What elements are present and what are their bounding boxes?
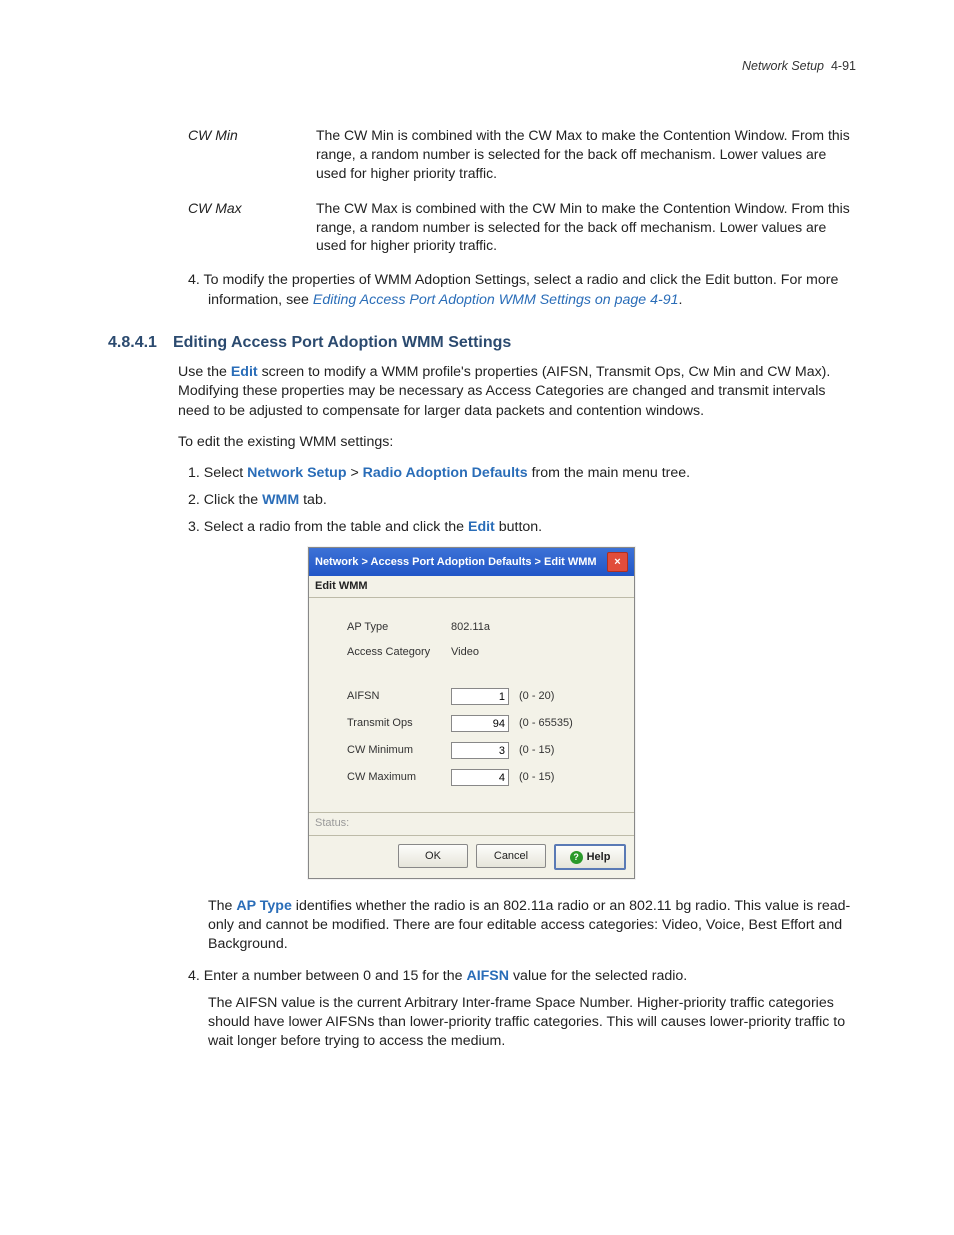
definition-row: CW Min The CW Min is combined with the C… xyxy=(188,126,856,183)
dialog-status: Status: xyxy=(309,812,634,836)
transmit-ops-input[interactable] xyxy=(451,715,509,732)
ap-type-row: AP Type 802.11a xyxy=(347,620,616,635)
step-3: 3. Select a radio from the table and cli… xyxy=(188,518,856,537)
cw-min-input[interactable] xyxy=(451,742,509,759)
definition-term: CW Min xyxy=(188,126,316,183)
lead-paragraph: To edit the existing WMM settings: xyxy=(108,433,856,452)
definition-desc: The CW Max is combined with the CW Min t… xyxy=(316,199,856,256)
cw-max-label: CW Maximum xyxy=(347,770,451,785)
definitions-table: CW Min The CW Min is combined with the C… xyxy=(108,126,856,255)
help-button[interactable]: ? Help xyxy=(554,844,626,870)
step-4-pre: 4. To modify the properties of WMM Adopt… xyxy=(188,271,856,309)
ap-type-value: 802.11a xyxy=(451,620,490,635)
dialog-title: Network > Access Port Adoption Defaults … xyxy=(315,555,607,570)
step-1: 1. Select Network Setup > Radio Adoption… xyxy=(188,464,856,483)
cw-max-row: CW Maximum (0 - 15) xyxy=(347,769,616,786)
header-page: 4-91 xyxy=(831,59,856,73)
definition-desc: The CW Min is combined with the CW Max t… xyxy=(316,126,856,183)
header-section: Network Setup xyxy=(742,59,824,73)
intro-paragraph: Use the Edit screen to modify a WMM prof… xyxy=(108,363,856,421)
aifsn-paragraph: The AIFSN value is the current Arbitrary… xyxy=(108,994,856,1052)
cross-ref-link[interactable]: Editing Access Port Adoption WMM Setting… xyxy=(313,292,679,308)
close-icon[interactable]: × xyxy=(607,552,628,572)
section-heading: 4.8.4.1 Editing Access Port Adoption WMM… xyxy=(108,332,856,354)
section-number: 4.8.4.1 xyxy=(108,332,157,354)
access-category-value: Video xyxy=(451,645,479,660)
aifsn-row: AIFSN (0 - 20) xyxy=(347,688,616,705)
cw-min-row: CW Minimum (0 - 15) xyxy=(347,742,616,759)
transmit-ops-range: (0 - 65535) xyxy=(519,716,573,731)
transmit-ops-label: Transmit Ops xyxy=(347,716,451,731)
cw-min-range: (0 - 15) xyxy=(519,743,554,758)
dialog-titlebar: Network > Access Port Adoption Defaults … xyxy=(309,548,634,576)
running-header: Network Setup 4-91 xyxy=(742,58,856,75)
cw-min-label: CW Minimum xyxy=(347,743,451,758)
dialog-subtitle: Edit WMM xyxy=(309,576,634,598)
definition-term: CW Max xyxy=(188,199,316,256)
definition-row: CW Max The CW Max is combined with the C… xyxy=(188,199,856,256)
cw-max-input[interactable] xyxy=(451,769,509,786)
edit-wmm-dialog: Network > Access Port Adoption Defaults … xyxy=(308,547,635,879)
cancel-button[interactable]: Cancel xyxy=(476,844,546,868)
aifsn-range: (0 - 20) xyxy=(519,689,554,704)
dialog-footer: OK Cancel ? Help xyxy=(309,836,634,878)
cw-max-range: (0 - 15) xyxy=(519,770,554,785)
access-category-label: Access Category xyxy=(347,645,451,660)
ap-type-label: AP Type xyxy=(347,620,451,635)
step-4: 4. Enter a number between 0 and 15 for t… xyxy=(188,967,856,986)
aifsn-input[interactable] xyxy=(451,688,509,705)
transmit-ops-row: Transmit Ops (0 - 65535) xyxy=(347,715,616,732)
access-category-row: Access Category Video xyxy=(347,645,616,660)
section-title: Editing Access Port Adoption WMM Setting… xyxy=(173,332,511,354)
ap-type-paragraph: The AP Type identifies whether the radio… xyxy=(108,897,856,955)
step-2: 2. Click the WMM tab. xyxy=(188,491,856,510)
help-icon: ? xyxy=(570,851,583,864)
ok-button[interactable]: OK xyxy=(398,844,468,868)
aifsn-label: AIFSN xyxy=(347,689,451,704)
